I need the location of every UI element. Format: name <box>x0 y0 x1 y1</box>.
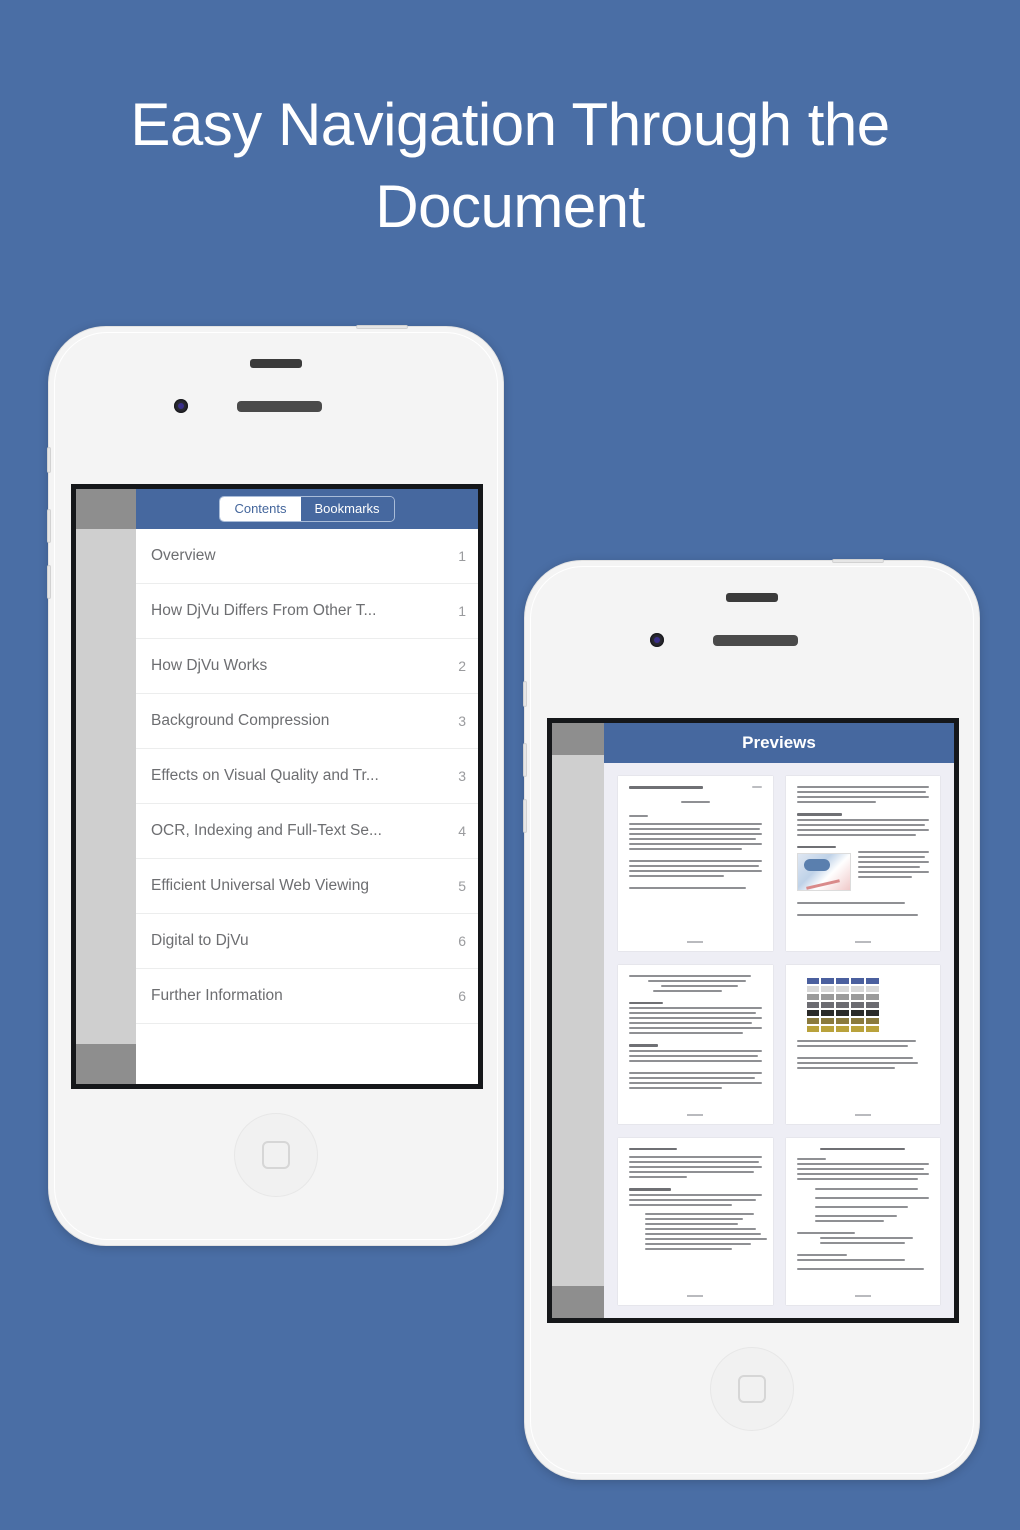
proximity-sensor-icon <box>726 593 778 602</box>
thumb-page-number <box>687 1113 704 1116</box>
home-button-square <box>262 1141 290 1169</box>
front-camera-icon <box>174 399 188 413</box>
table-row[interactable]: How DjVu Works 2 <box>136 639 478 694</box>
volume-up-button[interactable] <box>523 743 527 777</box>
toc-entry-page: 5 <box>458 878 466 894</box>
toc-entry-page: 2 <box>458 658 466 674</box>
thumb-page-number <box>687 940 704 943</box>
table-row[interactable]: Efficient Universal Web Viewing 5 <box>136 859 478 914</box>
toc-entry-title: Further Information <box>151 987 283 1004</box>
screen-left-strip <box>76 489 136 1084</box>
thumb-swatch-table <box>806 977 879 1032</box>
page-thumbnail-6[interactable] <box>785 1137 940 1305</box>
power-button[interactable] <box>356 325 408 329</box>
page-thumbnail-5[interactable] <box>618 1137 773 1305</box>
table-of-contents-list[interactable]: Overview 1 How DjVu Differs From Other T… <box>136 529 478 1084</box>
toc-entry-page: 4 <box>458 823 466 839</box>
page-thumbnail-1[interactable] <box>618 776 773 951</box>
table-row[interactable]: OCR, Indexing and Full-Text Se... 4 <box>136 804 478 859</box>
volume-up-button[interactable] <box>47 509 51 543</box>
previews-title: Previews <box>742 733 816 752</box>
table-row[interactable]: Further Information 6 <box>136 969 478 1024</box>
strip-top-block <box>552 723 604 755</box>
front-camera-icon <box>650 633 664 647</box>
contents-screen-body: Contents Bookmarks Overview 1 How DjVu D… <box>136 489 478 1084</box>
thumb-figure-row <box>796 851 929 895</box>
tab-contents[interactable]: Contents <box>220 496 301 522</box>
app-store-screenshot-page: { "headline": "Easy Navigation Through t… <box>0 0 1020 1530</box>
strip-bottom-block <box>76 1044 136 1084</box>
toc-entry-title: Digital to DjVu <box>151 932 249 949</box>
table-row[interactable]: How DjVu Differs From Other T... 1 <box>136 584 478 639</box>
home-button-square <box>738 1375 766 1403</box>
table-row[interactable]: Background Compression 3 <box>136 694 478 749</box>
toc-entry-title: How DjVu Differs From Other T... <box>151 602 377 619</box>
strip-middle-block <box>552 755 604 1286</box>
mute-switch-button[interactable] <box>47 447 51 473</box>
table-row[interactable]: Overview 1 <box>136 529 478 584</box>
toc-entry-page: 3 <box>458 768 466 784</box>
previews-screen-body: Previews <box>604 723 954 1318</box>
thumb-page-number <box>854 1295 871 1297</box>
toc-entry-page: 3 <box>458 713 466 729</box>
tab-bookmarks[interactable]: Bookmarks <box>300 496 394 522</box>
volume-down-button[interactable] <box>523 799 527 833</box>
mute-switch-button[interactable] <box>523 681 527 707</box>
previews-navbar: Previews <box>604 723 954 763</box>
contents-bookmarks-segmented-control[interactable]: Contents Bookmarks <box>219 495 395 523</box>
page-title: Easy Navigation Through the Document <box>130 91 890 241</box>
thumb-page-number <box>854 1113 871 1116</box>
contents-navbar: Contents Bookmarks <box>136 489 478 529</box>
strip-bottom-block <box>552 1286 604 1318</box>
thumb-page-number <box>854 940 871 943</box>
contents-phone: Contents Bookmarks Overview 1 How DjVu D… <box>47 325 504 1246</box>
toc-entry-title: How DjVu Works <box>151 657 268 674</box>
page-thumbnail-2[interactable] <box>785 776 940 951</box>
volume-down-button[interactable] <box>47 565 51 599</box>
toc-entry-title: Efficient Universal Web Viewing <box>151 877 369 894</box>
toc-entry-page: 1 <box>458 603 466 619</box>
power-button[interactable] <box>832 559 884 563</box>
home-button-icon[interactable] <box>234 1113 318 1197</box>
earpiece-speaker-icon <box>237 401 322 412</box>
toc-entry-title: Overview <box>151 547 216 564</box>
previews-screen: Previews <box>547 718 959 1323</box>
page-thumbnail-4[interactable] <box>785 964 940 1124</box>
thumb-figure-image <box>796 853 851 891</box>
table-row[interactable]: Digital to DjVu 6 <box>136 914 478 969</box>
toc-entry-title: Effects on Visual Quality and Tr... <box>151 767 379 784</box>
previews-phone: Previews <box>523 559 980 1480</box>
page-previews-grid[interactable] <box>604 763 954 1318</box>
page-thumbnail-3[interactable] <box>618 964 773 1124</box>
table-row[interactable]: Effects on Visual Quality and Tr... 3 <box>136 749 478 804</box>
toc-entry-title: OCR, Indexing and Full-Text Se... <box>151 822 382 839</box>
proximity-sensor-icon <box>250 359 302 368</box>
strip-middle-block <box>76 529 136 1044</box>
toc-entry-page: 6 <box>458 933 466 949</box>
toc-entry-page: 1 <box>458 548 466 564</box>
contents-screen: Contents Bookmarks Overview 1 How DjVu D… <box>71 484 483 1089</box>
home-button-icon[interactable] <box>710 1347 794 1431</box>
thumb-header <box>629 786 762 792</box>
earpiece-speaker-icon <box>713 635 798 646</box>
thumb-page-number <box>687 1295 704 1297</box>
strip-top-block <box>76 489 136 529</box>
screen-left-strip <box>552 723 604 1318</box>
toc-entry-page: 6 <box>458 988 466 1004</box>
toc-entry-title: Background Compression <box>151 712 330 729</box>
